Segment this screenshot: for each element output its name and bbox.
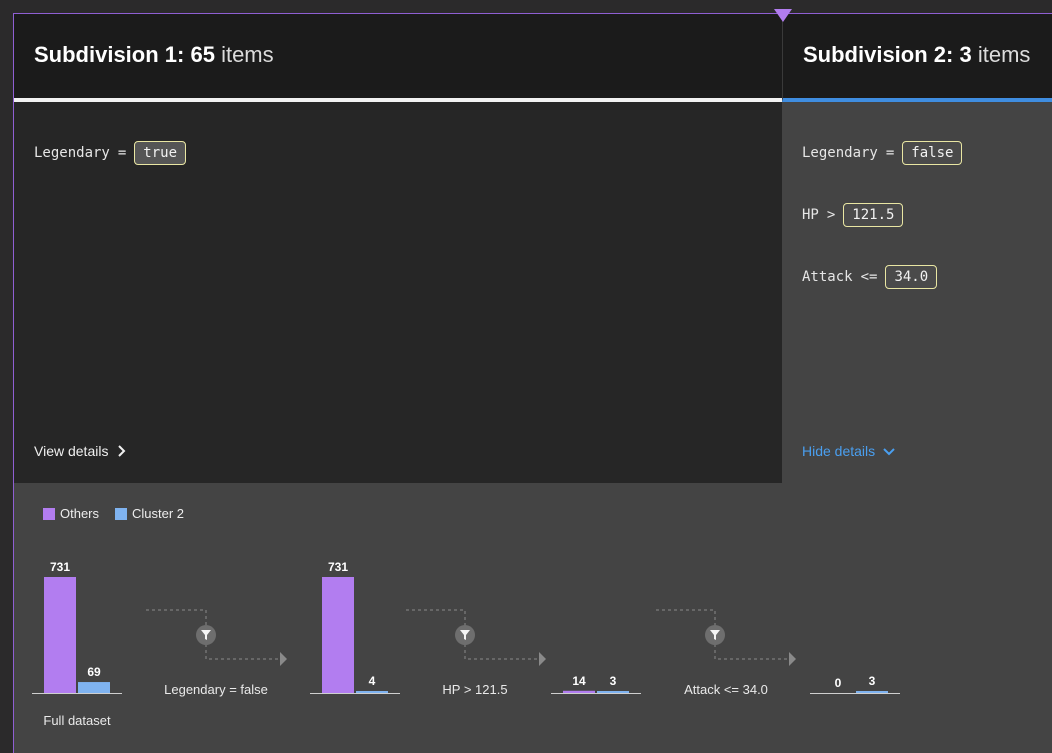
- filter-connector: [406, 609, 466, 626]
- view-details-label: View details: [34, 443, 109, 459]
- bar-cluster: [356, 691, 388, 693]
- condition-legendary: Legendary = true: [34, 141, 187, 165]
- chevron-down-icon: [883, 448, 895, 456]
- chevron-right-icon: [118, 445, 126, 457]
- bar-cluster: [597, 691, 629, 693]
- arrow-head: [789, 652, 796, 666]
- legend-label-others: Others: [60, 506, 100, 521]
- chart-legend: Others Cluster 2: [43, 506, 200, 521]
- condition-attack: Attack <= 34.0: [802, 265, 938, 289]
- filter-connector: [714, 644, 789, 660]
- subdivision-2-header[interactable]: Subdivision 2: 3 items: [782, 14, 1052, 102]
- condition-operator: =: [117, 145, 127, 161]
- condition-legendary: Legendary = false: [802, 141, 963, 165]
- arrow-head: [280, 652, 287, 666]
- subdivision-1-header[interactable]: Subdivision 1: 65 items: [14, 14, 782, 102]
- bar-label-cluster: 3: [610, 674, 617, 688]
- condition-hp: HP > 121.5: [802, 203, 904, 227]
- filter-connector: [464, 644, 539, 660]
- legend-item-others: Others: [43, 506, 99, 521]
- condition-value: false: [902, 141, 963, 165]
- hide-details-label: Hide details: [802, 443, 876, 459]
- subdivision-frame: Subdivision 1: 65 items Legendary = true…: [13, 13, 1052, 753]
- legend-swatch-cluster: [115, 507, 128, 520]
- bar-cluster: [78, 682, 110, 693]
- condition-value: 121.5: [843, 203, 904, 227]
- condition-field: Legendary: [34, 145, 110, 161]
- legend-item-cluster: Cluster 2: [115, 506, 184, 521]
- filter-label: Attack <= 34.0: [684, 682, 768, 697]
- step-caption: Full dataset: [43, 713, 111, 728]
- bar-label-others: 0: [835, 676, 842, 690]
- bar-others: [563, 690, 595, 693]
- subdivision-1-title: Subdivision 1: 65 items: [34, 42, 274, 68]
- bar-label-cluster: 3: [869, 674, 876, 688]
- subdivision-1-title-count: Subdivision 1: 65: [34, 42, 215, 67]
- filter-label: HP > 121.5: [442, 682, 507, 697]
- condition-field: HP: [802, 207, 819, 223]
- subdivision-1-title-unit: items: [221, 42, 274, 67]
- hide-details-link[interactable]: Hide details: [802, 443, 895, 459]
- subdivision-1-panel: Subdivision 1: 65 items Legendary = true…: [14, 14, 782, 483]
- filter-label: Legendary = false: [164, 682, 268, 697]
- bar-others: [322, 577, 354, 693]
- bar-label-cluster: 69: [87, 665, 101, 679]
- bar-others: [44, 577, 76, 693]
- bar-label-others: 731: [50, 560, 70, 574]
- subdivision-2-title: Subdivision 2: 3 items: [803, 42, 1030, 68]
- subdivision-2-panel: Subdivision 2: 3 items Legendary = false…: [782, 14, 1052, 483]
- condition-field: Legendary: [802, 145, 878, 161]
- filter-funnel-chart: 731 69 Full dataset 731 4 14 3 0 3 Legendary = fa…: [32, 560, 900, 728]
- arrow-head: [539, 652, 546, 666]
- split-marker: [774, 9, 792, 22]
- legend-swatch-others: [43, 507, 55, 520]
- bar-cluster: [856, 691, 888, 693]
- bar-label-cluster: 4: [369, 674, 376, 688]
- condition-value: 34.0: [885, 265, 938, 289]
- subdivision-2-title-unit: items: [977, 42, 1031, 67]
- condition-value: true: [134, 141, 187, 165]
- filter-connector: [205, 644, 280, 660]
- filter-connector: [656, 609, 716, 626]
- legend-label-cluster: Cluster 2: [132, 506, 185, 521]
- filter-connector: [146, 609, 207, 626]
- subdivision-2-title-count: Subdivision 2: 3: [803, 42, 972, 67]
- bar-label-others: 14: [572, 674, 586, 688]
- view-details-link[interactable]: View details: [34, 443, 126, 459]
- condition-operator: =: [885, 145, 895, 161]
- condition-operator: <=: [860, 269, 878, 285]
- condition-field: Attack: [802, 269, 853, 285]
- bar-label-others: 731: [328, 560, 348, 574]
- condition-operator: >: [826, 207, 836, 223]
